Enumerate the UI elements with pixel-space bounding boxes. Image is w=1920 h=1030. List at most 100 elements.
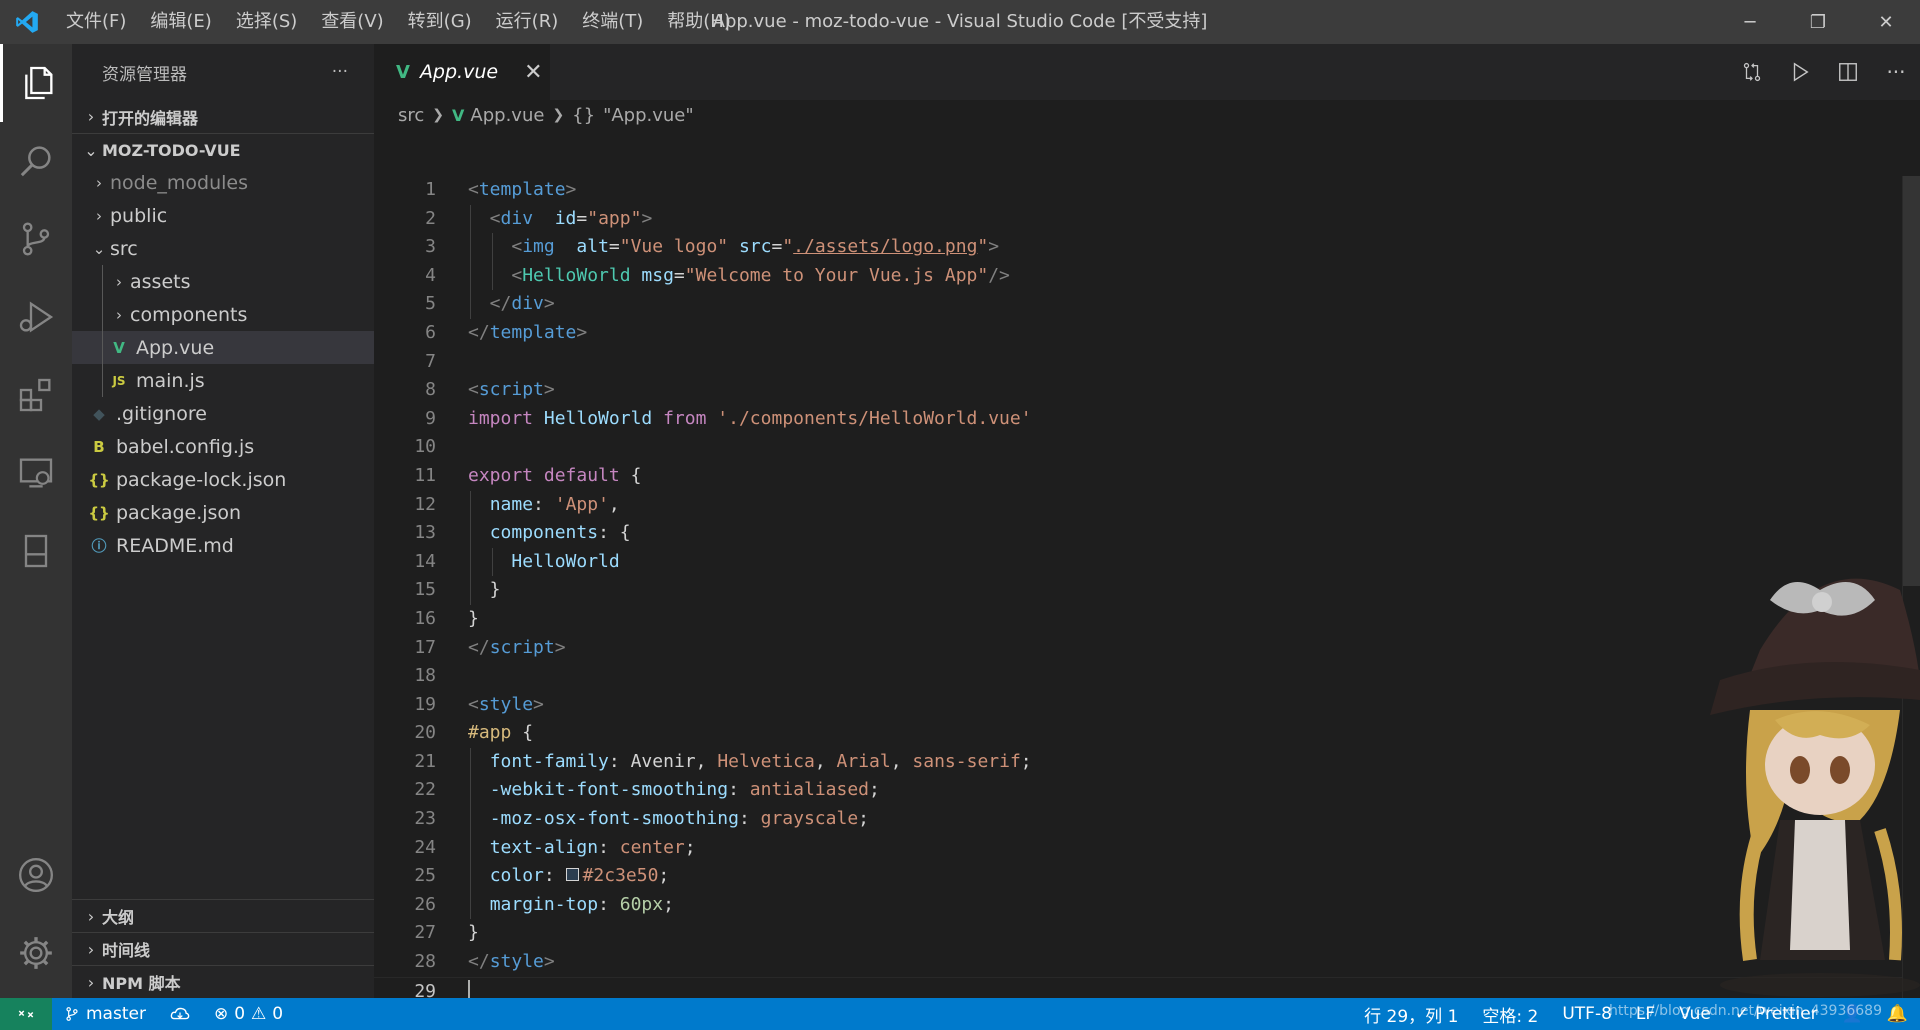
accounts-button[interactable]: [0, 836, 72, 914]
code-text: #app {: [468, 719, 533, 748]
branch-status[interactable]: master: [52, 1004, 158, 1024]
tree-file[interactable]: ⓘ README.md: [72, 529, 374, 562]
tree-folder[interactable]: › node_modules: [72, 166, 374, 199]
tab-app-vue[interactable]: V App.vue ✕: [374, 44, 550, 100]
menu-terminal[interactable]: 终端(T): [570, 0, 655, 44]
code-line[interactable]: 17 </script>: [374, 634, 1920, 663]
menu-view[interactable]: 查看(V): [309, 0, 395, 44]
restore-button[interactable]: ❐: [1784, 0, 1852, 44]
code-token: grayscale: [760, 808, 859, 830]
code-line[interactable]: 16}: [374, 605, 1920, 634]
outline-section[interactable]: › 大纲: [72, 899, 374, 932]
tree-file[interactable]: {} package.json: [72, 496, 374, 529]
code-line[interactable]: 1 <template>: [374, 176, 1920, 205]
source-control-button[interactable]: [0, 200, 72, 278]
code-token: script: [478, 379, 544, 401]
code-line[interactable]: 7: [374, 348, 1920, 377]
code-token: :: [608, 750, 631, 772]
indentation[interactable]: 空格: 2: [1470, 1002, 1550, 1027]
explorer-button[interactable]: [0, 44, 72, 122]
git-file-icon: ◆: [93, 404, 105, 423]
tree-folder[interactable]: › public: [72, 199, 374, 232]
search-button[interactable]: [0, 122, 72, 200]
code-line[interactable]: 3 <img alt="Vue logo" src="./assets/logo…: [374, 233, 1920, 262]
menu-go[interactable]: 转到(G): [396, 0, 484, 44]
close-window-button[interactable]: ✕: [1852, 0, 1920, 44]
remote-explorer-button[interactable]: [0, 434, 72, 512]
breadcrumb-symbol[interactable]: "App.vue": [603, 105, 694, 126]
tree-folder[interactable]: ⌄ src: [72, 232, 374, 265]
code-line[interactable]: 8 <script>: [374, 376, 1920, 405]
code-line[interactable]: 2 <div id="app">: [374, 204, 1920, 234]
bookmarks-button[interactable]: [0, 512, 72, 590]
tree-file[interactable]: Bbabel.config.js: [72, 430, 374, 463]
code-line[interactable]: 26 margin-top: 60px;: [374, 890, 1920, 920]
code-line[interactable]: 24 text-align: center;: [374, 833, 1920, 863]
code-token: >: [543, 951, 555, 973]
code-token: 60px: [619, 893, 664, 915]
open-changes-button[interactable]: [1728, 44, 1776, 100]
more-editor-actions-button[interactable]: ···: [1872, 44, 1920, 100]
code-line[interactable]: 13 components: {: [374, 519, 1920, 548]
timeline-section[interactable]: › 时间线: [72, 932, 374, 965]
menu-file[interactable]: 文件(F): [54, 0, 138, 44]
code-token: -moz-osx-font-smoothing: [489, 808, 739, 830]
tree-file[interactable]: ◆ .gitignore: [72, 397, 374, 430]
menu-help[interactable]: 帮助(H): [655, 0, 743, 44]
sync-button[interactable]: [158, 1006, 202, 1022]
code-line[interactable]: 10: [374, 433, 1920, 462]
npm-scripts-section[interactable]: › NPM 脚本: [72, 965, 374, 998]
run-file-button[interactable]: [1776, 44, 1824, 100]
code-line[interactable]: 22 -webkit-font-smoothing: antialiased;: [374, 776, 1920, 806]
run-debug-button[interactable]: [0, 278, 72, 356]
sidebar-bottom-sections: › 大纲 › 时间线 › NPM 脚本: [72, 899, 374, 998]
tree-file[interactable]: V App.vue: [72, 331, 374, 364]
code-line[interactable]: 9 import HelloWorld from './components/He…: [374, 405, 1920, 434]
more-actions-button[interactable]: ···: [332, 62, 348, 82]
code-token: "Welcome to Your Vue.js App": [684, 264, 989, 286]
breadcrumb-folder[interactable]: src: [398, 105, 424, 126]
code-line[interactable]: 28 </style>: [374, 948, 1920, 977]
chevron-right-icon: ›: [87, 972, 95, 992]
breadcrumb-file[interactable]: App.vue: [470, 105, 544, 126]
code-editor[interactable]: 1 <template> 2 <div id="app"> 3 <img alt="V…: [374, 176, 1920, 1006]
code-line[interactable]: 6 </template>: [374, 319, 1920, 348]
menu-selection[interactable]: 选择(S): [224, 0, 309, 44]
open-editors-section[interactable]: › 打开的编辑器: [72, 100, 374, 133]
tree-file[interactable]: {} package-lock.json: [72, 463, 374, 496]
code-line[interactable]: 15 }: [374, 576, 1920, 605]
remote-indicator-button[interactable]: [0, 998, 52, 1030]
cursor-position[interactable]: 行 29，列 1: [1352, 1002, 1470, 1027]
project-section[interactable]: ⌄ MOZ-TODO-VUE: [72, 133, 374, 166]
problems-status[interactable]: ⊗ 0 ⚠ 0: [202, 1004, 295, 1024]
minimize-button[interactable]: ─: [1716, 0, 1784, 44]
tree-file[interactable]: JS main.js: [72, 364, 374, 397]
split-editor-button[interactable]: [1824, 44, 1872, 100]
menu-edit[interactable]: 编辑(E): [138, 0, 223, 44]
code-line[interactable]: 5 </div>: [374, 290, 1920, 319]
code-line[interactable]: 12 name: 'App',: [374, 490, 1920, 520]
tree-folder[interactable]: › components: [72, 298, 374, 331]
code-line[interactable]: 23 -moz-osx-font-smoothing: grayscale;: [374, 805, 1920, 834]
info-file-icon: ⓘ: [91, 537, 107, 555]
code-line[interactable]: 4 <HelloWorld msg="Welcome to Your Vue.j…: [374, 261, 1920, 291]
account-icon: [19, 858, 53, 892]
close-tab-button[interactable]: ✕: [524, 60, 542, 85]
extensions-button[interactable]: [0, 356, 72, 434]
code-line[interactable]: 21 font-family: Avenir, Helvetica, Arial…: [374, 747, 1920, 777]
code-line[interactable]: 11 export default {: [374, 462, 1920, 491]
code-line[interactable]: 20 #app {: [374, 719, 1920, 748]
git-branch-icon: [66, 1007, 78, 1021]
scrollbar-thumb[interactable]: [1903, 176, 1920, 586]
line-number: 19: [414, 693, 436, 715]
menu-run[interactable]: 运行(R): [484, 0, 571, 44]
code-line[interactable]: 14 HelloWorld: [374, 547, 1920, 577]
vue-file-icon: V: [452, 105, 465, 125]
tree-folder[interactable]: › assets: [72, 265, 374, 298]
code-line[interactable]: 19 <style>: [374, 691, 1920, 720]
code-line[interactable]: 25 color: #2c3e50;: [374, 862, 1920, 891]
manage-button[interactable]: [0, 914, 72, 992]
code-line[interactable]: 18: [374, 662, 1920, 691]
code-line[interactable]: 27}: [374, 919, 1920, 948]
